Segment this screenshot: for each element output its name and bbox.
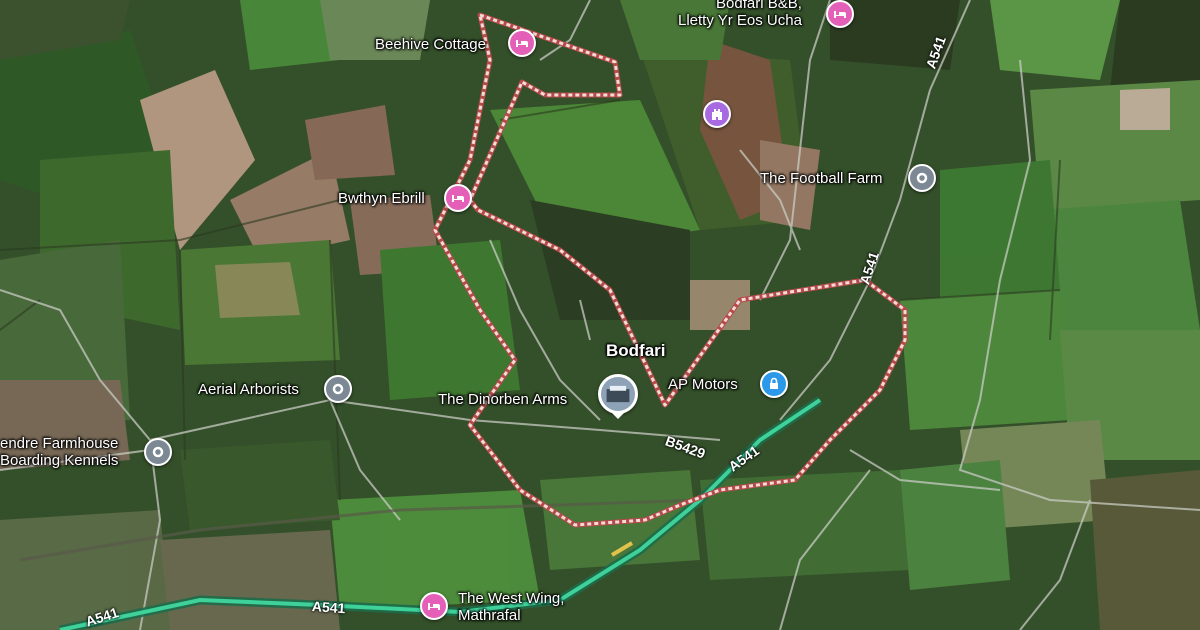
photo-thumbnail-icon[interactable]	[598, 374, 638, 419]
castle-icon[interactable]	[703, 100, 731, 128]
pin-dot-icon[interactable]	[144, 438, 172, 466]
lock-icon[interactable]	[760, 370, 788, 398]
satellite-map[interactable]: Bodfari B&B, Lletty Yr Eos Ucha Beehive …	[0, 0, 1200, 630]
place-label-farmhouse-kennels-line2: Boarding Kennels	[0, 452, 119, 469]
bed-icon[interactable]	[826, 0, 854, 28]
pin-dot-icon[interactable]	[908, 164, 936, 192]
road-label-a541: A541	[311, 598, 346, 617]
place-label-bodfari-bb: Bodfari B&B,	[716, 0, 802, 12]
area-label-bodfari: Bodfari	[606, 341, 666, 360]
place-label-dinorben-arms: The Dinorben Arms	[438, 391, 568, 408]
place-label-football-farm: The Football Farm	[760, 170, 883, 187]
bed-icon[interactable]	[420, 592, 448, 620]
place-label-bwthyn-ebrill: Bwthyn Ebrill	[338, 190, 425, 207]
satellite-imagery	[0, 0, 1200, 630]
place-label-beehive-cottage: Beehive Cottage	[375, 36, 486, 53]
bed-icon[interactable]	[508, 29, 536, 57]
place-label-ap-motors: AP Motors	[668, 376, 738, 393]
place-label-aerial-arborists: Aerial Arborists	[198, 381, 299, 398]
pin-dot-icon[interactable]	[324, 375, 352, 403]
place-label-west-wing-line2: Mathrafal	[458, 607, 521, 624]
bed-icon[interactable]	[444, 184, 472, 212]
place-label-bodfari-bb-line2: Lletty Yr Eos Ucha	[678, 12, 802, 29]
place-label-west-wing: The West Wing,	[458, 590, 565, 607]
place-label-farmhouse-kennels: endre Farmhouse	[0, 435, 119, 452]
